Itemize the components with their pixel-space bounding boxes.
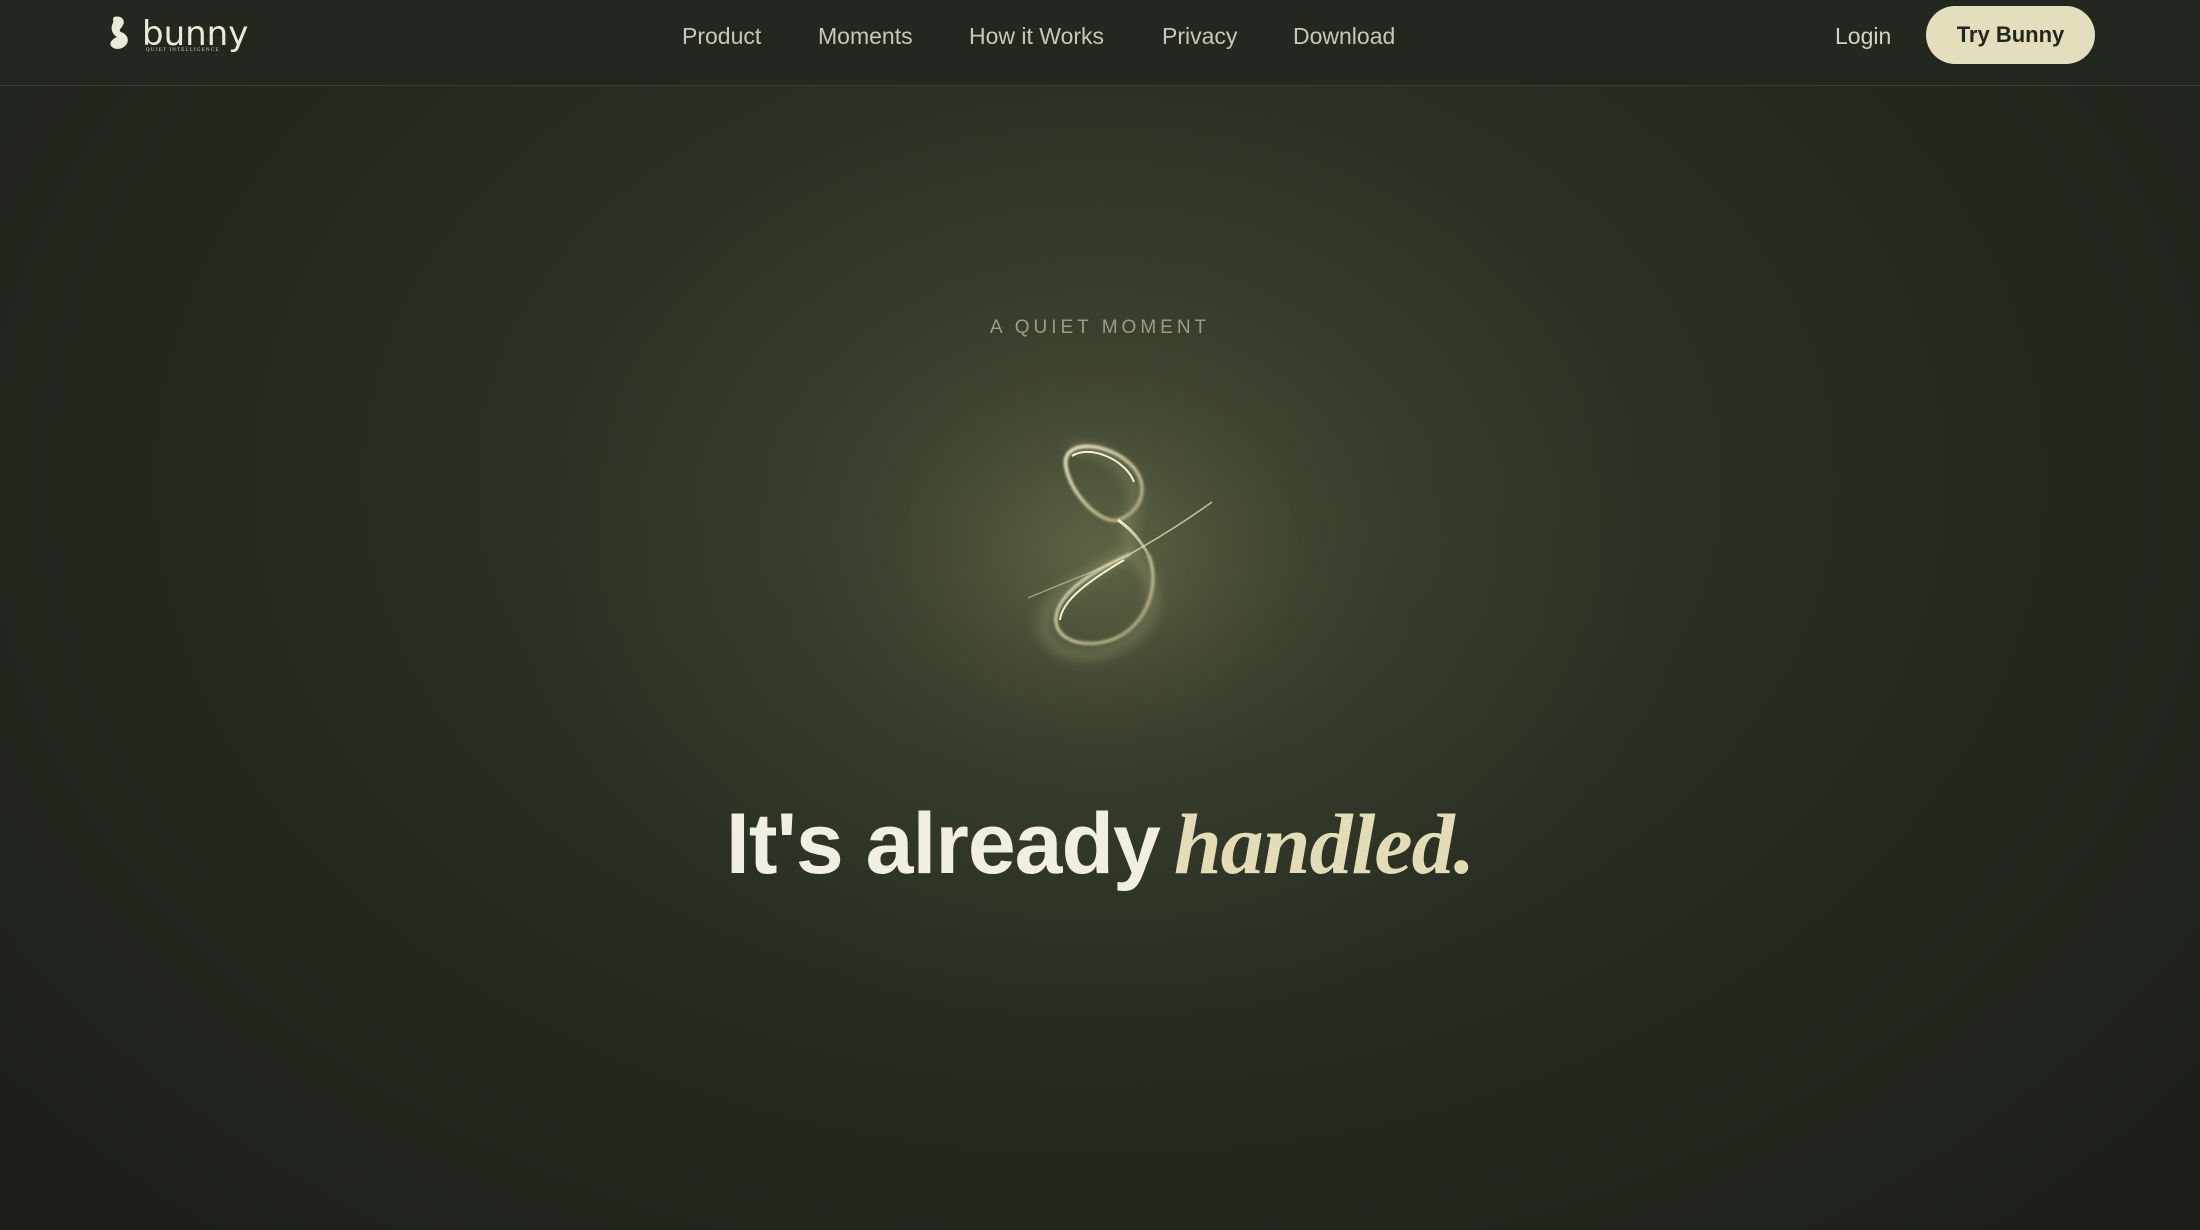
- hero-headline: It's already handled.: [0, 789, 2200, 917]
- hero-eyebrow: A QUIET MOMENT: [989, 317, 1211, 338]
- glowing-ribbon-icon: [1027, 443, 1213, 660]
- try-bunny-button[interactable]: Try Bunny: [1926, 6, 2095, 64]
- top-nav-bar: bunny QUIET INTELLIGENCE Product Moments…: [0, 0, 2200, 86]
- nav-item-product[interactable]: Product: [682, 22, 761, 50]
- headline-solid-text: It's already: [725, 796, 1161, 893]
- login-link[interactable]: Login: [1835, 22, 1891, 50]
- nav-item-privacy[interactable]: Privacy: [1162, 22, 1237, 50]
- nav-item-download[interactable]: Download: [1293, 22, 1395, 50]
- nav-item-moments[interactable]: Moments: [818, 22, 913, 50]
- nav-item-how-it-works[interactable]: How it Works: [969, 22, 1104, 50]
- headline-script-text: handled.: [1173, 796, 1475, 893]
